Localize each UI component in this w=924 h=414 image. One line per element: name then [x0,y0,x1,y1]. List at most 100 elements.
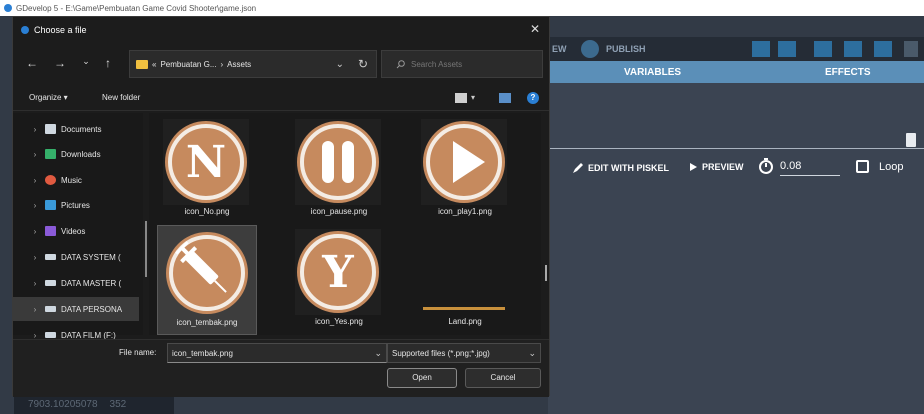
choose-file-dialog: Choose a file ✕ ← → ⌄ ↑ « Pembuatan G...… [12,16,550,397]
search-placeholder: Search Assets [411,59,463,69]
organize-button[interactable]: Organize ▾ [29,93,68,102]
new-folder-button[interactable]: New folder [102,93,140,102]
file-name-input[interactable]: icon_tembak.png ⌄ [167,343,387,363]
view-caret-icon[interactable]: ▾ [471,93,475,102]
sidebar-item-data-master[interactable]: › DATA MASTER ( [13,271,139,295]
publish-button[interactable]: PUBLISH [606,44,646,54]
music-icon [45,175,56,185]
chevron-right-icon[interactable]: › [25,176,45,185]
letter-n-icon: N [165,121,247,203]
videos-icon [45,226,56,236]
sidebar-item-documents[interactable]: › Documents [13,117,139,141]
sidebar-item-music[interactable]: › Music [13,168,139,192]
dialog-title-bar: Choose a file [13,17,549,43]
drive-icon [45,254,56,260]
refresh-icon[interactable]: ↻ [358,57,368,71]
address-dropdown-icon[interactable]: ⌄ [336,59,344,70]
chevron-down-icon[interactable]: ⌄ [528,348,536,359]
sidebar-item-label: Downloads [61,149,101,159]
file-name-label: File name: [119,348,157,357]
app-title-bar: GDevelop 5 - E:\Game\Pembuatan Game Covi… [0,0,924,16]
chevron-right-icon[interactable]: › [25,150,45,159]
cancel-button[interactable]: Cancel [465,368,541,388]
sidebar-item-label: DATA SYSTEM ( [61,252,121,262]
command-bar: Organize ▾ New folder ▾ ? [13,85,549,111]
file-item-icon-yes[interactable]: Y icon_Yes.png [289,225,389,335]
file-item-icon-pause[interactable]: icon_pause.png [289,115,389,225]
chevron-right-icon[interactable]: › [25,253,45,262]
search-input[interactable]: Search Assets [381,50,543,78]
breadcrumb-current[interactable]: Assets [227,60,251,69]
file-name: Land.png [448,317,482,326]
sidebar-item-data-system[interactable]: › DATA SYSTEM ( [13,245,139,269]
timer-icon [758,158,774,174]
forward-arrow-icon[interactable]: → [53,56,67,70]
file-grid-scrollbar[interactable] [545,265,547,281]
sidebar-item-label: Pictures [61,200,90,210]
chevron-right-icon[interactable]: › [25,227,45,236]
gdevelop-logo-icon [4,4,12,12]
dialog-footer: File name: icon_tembak.png ⌄ Supported f… [13,339,549,397]
file-type-select[interactable]: Supported files (*.png;*.jpg) ⌄ [387,343,541,363]
chevron-right-icon[interactable]: › [25,201,45,210]
chevron-right-icon[interactable]: › [25,305,45,314]
sidebar-scrollbar[interactable] [145,221,147,277]
sidebar-item-data-personal[interactable]: › DATA PERSONA [13,297,139,321]
tab-variables[interactable]: VARIABLES [624,67,681,78]
animation-name-field[interactable] [548,126,924,149]
pencil-icon [573,163,583,173]
file-name: icon_pause.png [310,207,368,216]
view-options-icon[interactable] [455,93,467,103]
chevron-right-icon[interactable]: › [25,279,45,288]
pictures-icon [45,200,56,210]
tool-icon-6[interactable] [904,41,918,57]
file-item-icon-tembak[interactable]: icon_tembak.png [157,225,257,335]
file-item-land[interactable]: Land.png [415,225,515,335]
tool-icon-2[interactable] [778,41,796,57]
breadcrumb-parent[interactable]: Pembuatan G... [160,60,216,69]
file-name-value: icon_tembak.png [172,349,233,358]
edit-with-piskel-button[interactable]: EDIT WITH PISKEL [572,162,669,174]
fps-input[interactable]: 0.08 [780,156,840,176]
file-name: icon_No.png [184,207,230,216]
downloads-icon [45,149,56,159]
navigation-pane: › Documents › Downloads › Music › Pictur… [13,113,143,340]
editor-tabs: VARIABLES EFFECTS [548,61,924,83]
syringe-icon [166,232,248,314]
close-icon[interactable]: ✕ [527,22,543,36]
tool-icon-4[interactable] [844,41,862,57]
help-icon[interactable]: ? [527,92,539,104]
folder-icon [136,59,148,69]
checkbox-box[interactable] [856,160,869,173]
up-arrow-icon[interactable]: ↑ [101,56,115,70]
file-item-icon-no[interactable]: N icon_No.png [157,115,257,225]
preview-button[interactable]: PREVIEW [688,162,744,172]
recent-chevron-icon[interactable]: ⌄ [79,56,93,67]
navigation-bar: ← → ⌄ ↑ « Pembuatan G... › Assets ⌄ ↻ Se… [13,47,549,79]
open-button[interactable]: Open [387,368,457,388]
chevron-right-icon[interactable]: › [25,125,45,134]
editor-toolbar: EW PUBLISH [548,37,924,61]
address-bar[interactable]: « Pembuatan G... › Assets ⌄ ↻ [129,50,377,78]
loop-checkbox[interactable]: Loop [856,160,903,173]
tool-icon-3[interactable] [814,41,832,57]
sidebar-item-label: DATA PERSONA [61,304,123,314]
tool-icon-5[interactable] [874,41,892,57]
trash-icon[interactable] [906,133,916,147]
animation-actions: EDIT WITH PISKEL PREVIEW 0.08 Loop [548,156,924,182]
tab-effects[interactable]: EFFECTS [825,67,871,78]
dialog-logo-icon [21,26,29,34]
sidebar-item-videos[interactable]: › Videos [13,219,139,243]
preview-pane-icon[interactable] [499,93,511,103]
file-item-icon-play1[interactable]: icon_play1.png [415,115,515,225]
globe-icon[interactable] [581,40,599,58]
file-thumbnail: Y [295,229,381,315]
svg-text:Y: Y [321,247,354,298]
sidebar-item-downloads[interactable]: › Downloads [13,142,139,166]
tool-icon-1[interactable] [752,41,770,57]
sidebar-item-label: Music [61,175,82,185]
sidebar-item-pictures[interactable]: › Pictures [13,193,139,217]
back-arrow-icon[interactable]: ← [25,56,39,70]
file-thumbnail [421,119,507,205]
chevron-down-icon[interactable]: ⌄ [374,348,382,359]
